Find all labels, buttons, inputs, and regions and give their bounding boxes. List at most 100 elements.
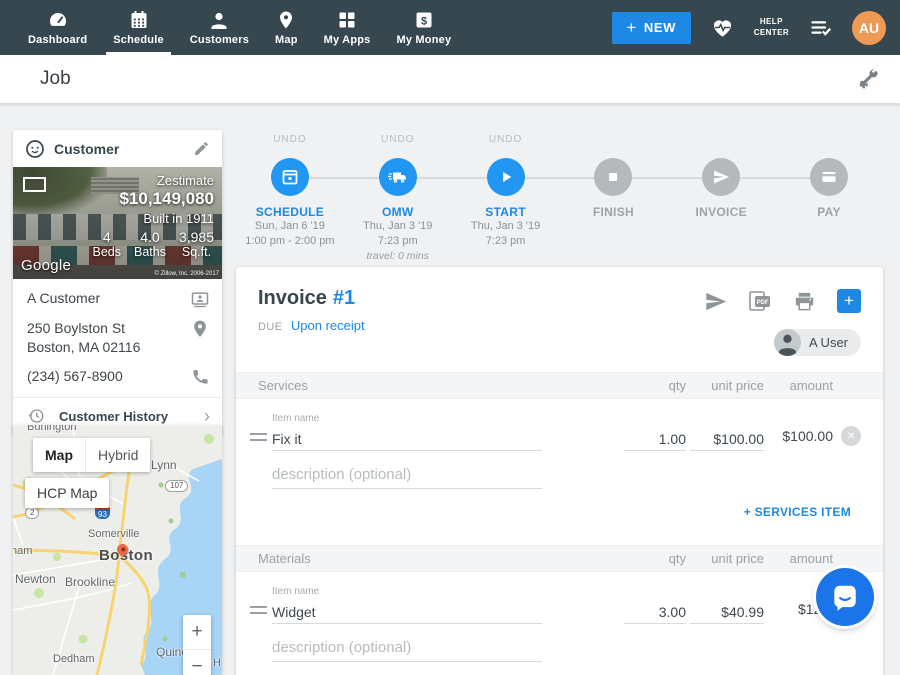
nav-item-schedule[interactable]: Schedule xyxy=(100,0,177,55)
drag-handle-icon[interactable] xyxy=(250,433,272,451)
service-price-input[interactable] xyxy=(690,427,764,451)
zillow-copyright: © Zillow, Inc. 2006-2017 xyxy=(155,271,219,277)
assignee-chip[interactable]: A User xyxy=(774,329,861,356)
customer-address-row: 250 Boylston St Boston, MA 02116 xyxy=(13,309,222,357)
new-button[interactable]: + NEW xyxy=(612,12,691,44)
route-shield-107: 107 xyxy=(165,480,188,492)
zoom-out-button[interactable]: − xyxy=(183,649,211,675)
schedule-step-button[interactable] xyxy=(271,158,309,196)
omw-step-button[interactable] xyxy=(379,158,417,196)
map-button[interactable]: Map xyxy=(33,438,85,472)
customer-face-icon xyxy=(25,139,45,159)
timeline-step-omw: UNDO OMW Thu, Jan 3 '19 7:23 pm travel: … xyxy=(344,134,452,264)
customer-card-title: Customer xyxy=(54,141,119,157)
item-name-cell: Item name xyxy=(272,413,596,451)
heart-pulse-icon[interactable] xyxy=(710,15,735,40)
nav-item-my-money[interactable]: $ My Money xyxy=(384,0,465,55)
undo-link[interactable]: UNDO xyxy=(236,134,344,152)
finish-step-button[interactable] xyxy=(594,158,632,196)
invoice-actions: PDF + xyxy=(704,289,861,313)
edit-pencil-icon[interactable] xyxy=(193,140,210,157)
schedule-icon xyxy=(128,9,150,31)
material-description-input[interactable] xyxy=(272,634,542,662)
add-invoice-button[interactable]: + xyxy=(837,289,861,313)
step-date: Sun, Jan 6 '19 xyxy=(236,219,344,234)
invoice-step-button[interactable] xyxy=(702,158,740,196)
col-qty: qty xyxy=(596,551,686,566)
step-time: 1:00 pm - 2:00 pm xyxy=(236,234,344,249)
assignee-name: A User xyxy=(809,335,848,350)
invoice-header: Invoice#1 DUE Upon receipt PDF + A User xyxy=(236,267,883,362)
material-price-input[interactable] xyxy=(690,600,764,624)
customer-name-row: A Customer xyxy=(13,279,222,309)
zoom-in-button[interactable]: + xyxy=(183,615,211,649)
map-label: Newton xyxy=(15,572,56,586)
pdf-icon[interactable]: PDF xyxy=(748,289,772,313)
play-icon xyxy=(495,166,517,188)
money-icon: $ xyxy=(413,9,435,31)
nav-item-my-apps[interactable]: My Apps xyxy=(311,0,384,55)
page-title: Job xyxy=(40,68,71,90)
location-pin-icon[interactable] xyxy=(190,319,210,339)
timeline-step-pay: PAY xyxy=(775,134,883,264)
remove-item-icon[interactable]: × xyxy=(841,426,861,446)
nav-label: Map xyxy=(275,34,298,46)
timeline-step-invoice: INVOICE xyxy=(667,134,775,264)
step-label: START xyxy=(452,205,560,219)
start-step-button[interactable] xyxy=(487,158,525,196)
drag-handle-icon[interactable] xyxy=(250,606,272,624)
customer-history-label: Customer History xyxy=(59,409,168,424)
map-label: ham xyxy=(13,545,32,557)
page-header: Job xyxy=(0,55,900,103)
customer-name: A Customer xyxy=(27,289,100,308)
step-label: SCHEDULE xyxy=(236,205,344,219)
tasks-list-icon[interactable] xyxy=(808,15,833,40)
col-unit-price: unit price xyxy=(686,378,764,393)
service-name-input[interactable] xyxy=(272,427,542,451)
material-name-input[interactable] xyxy=(272,600,542,624)
job-settings-wrench-gear-icon[interactable] xyxy=(856,66,882,92)
nav-label: Customers xyxy=(190,34,249,46)
undo-link[interactable]: UNDO xyxy=(452,134,560,152)
contact-card-icon[interactable] xyxy=(190,289,210,309)
step-time: 7:23 pm xyxy=(344,234,452,249)
map-zoom-control: + − xyxy=(183,615,211,675)
col-unit-price: unit price xyxy=(686,551,764,566)
undo-placeholder xyxy=(559,134,667,152)
streetview-toggle-icon[interactable] xyxy=(23,177,46,192)
customer-phone: (234) 567-8900 xyxy=(27,367,123,386)
step-label: PAY xyxy=(775,205,883,219)
nav-item-map[interactable]: Map xyxy=(262,0,311,55)
qty-cell xyxy=(596,427,686,451)
top-nav: Dashboard Schedule Customers Map My Apps… xyxy=(0,0,900,55)
nav-label: My Money xyxy=(397,34,452,46)
stat-sqft: 3,985Sq.ft. xyxy=(179,229,214,260)
calendar-icon xyxy=(279,166,301,188)
undo-link[interactable]: UNDO xyxy=(344,134,452,152)
invoice-number: #1 xyxy=(333,287,355,309)
material-qty-input[interactable] xyxy=(624,600,686,624)
print-icon[interactable] xyxy=(793,290,816,313)
phone-icon[interactable] xyxy=(191,367,210,386)
person-icon xyxy=(774,329,801,356)
pay-step-button[interactable] xyxy=(810,158,848,196)
route-shield-93: 93 xyxy=(95,507,110,519)
hcp-map-button[interactable]: HCP Map xyxy=(25,478,109,508)
col-amount: amount xyxy=(764,551,833,566)
due-value-link[interactable]: Upon receipt xyxy=(291,318,365,333)
service-description-input[interactable] xyxy=(272,461,542,489)
add-services-item-link[interactable]: + SERVICES ITEM xyxy=(744,505,851,519)
step-label: INVOICE xyxy=(667,205,775,219)
help-center-button[interactable]: HELP CENTER xyxy=(754,17,789,39)
map-label: Dedham xyxy=(53,653,95,665)
truck-icon xyxy=(387,166,409,188)
nav-item-customers[interactable]: Customers xyxy=(177,0,262,55)
hybrid-button[interactable]: Hybrid xyxy=(85,438,150,472)
chat-fab-button[interactable] xyxy=(816,568,874,626)
item-name-label: Item name xyxy=(272,586,596,597)
nav-item-dashboard[interactable]: Dashboard xyxy=(15,0,100,55)
service-qty-input[interactable] xyxy=(624,427,686,451)
user-avatar[interactable]: AU xyxy=(852,11,886,45)
send-invoice-icon[interactable] xyxy=(704,290,727,313)
customer-card: Customer Zestimate $10,149,080 Built in … xyxy=(13,130,222,436)
